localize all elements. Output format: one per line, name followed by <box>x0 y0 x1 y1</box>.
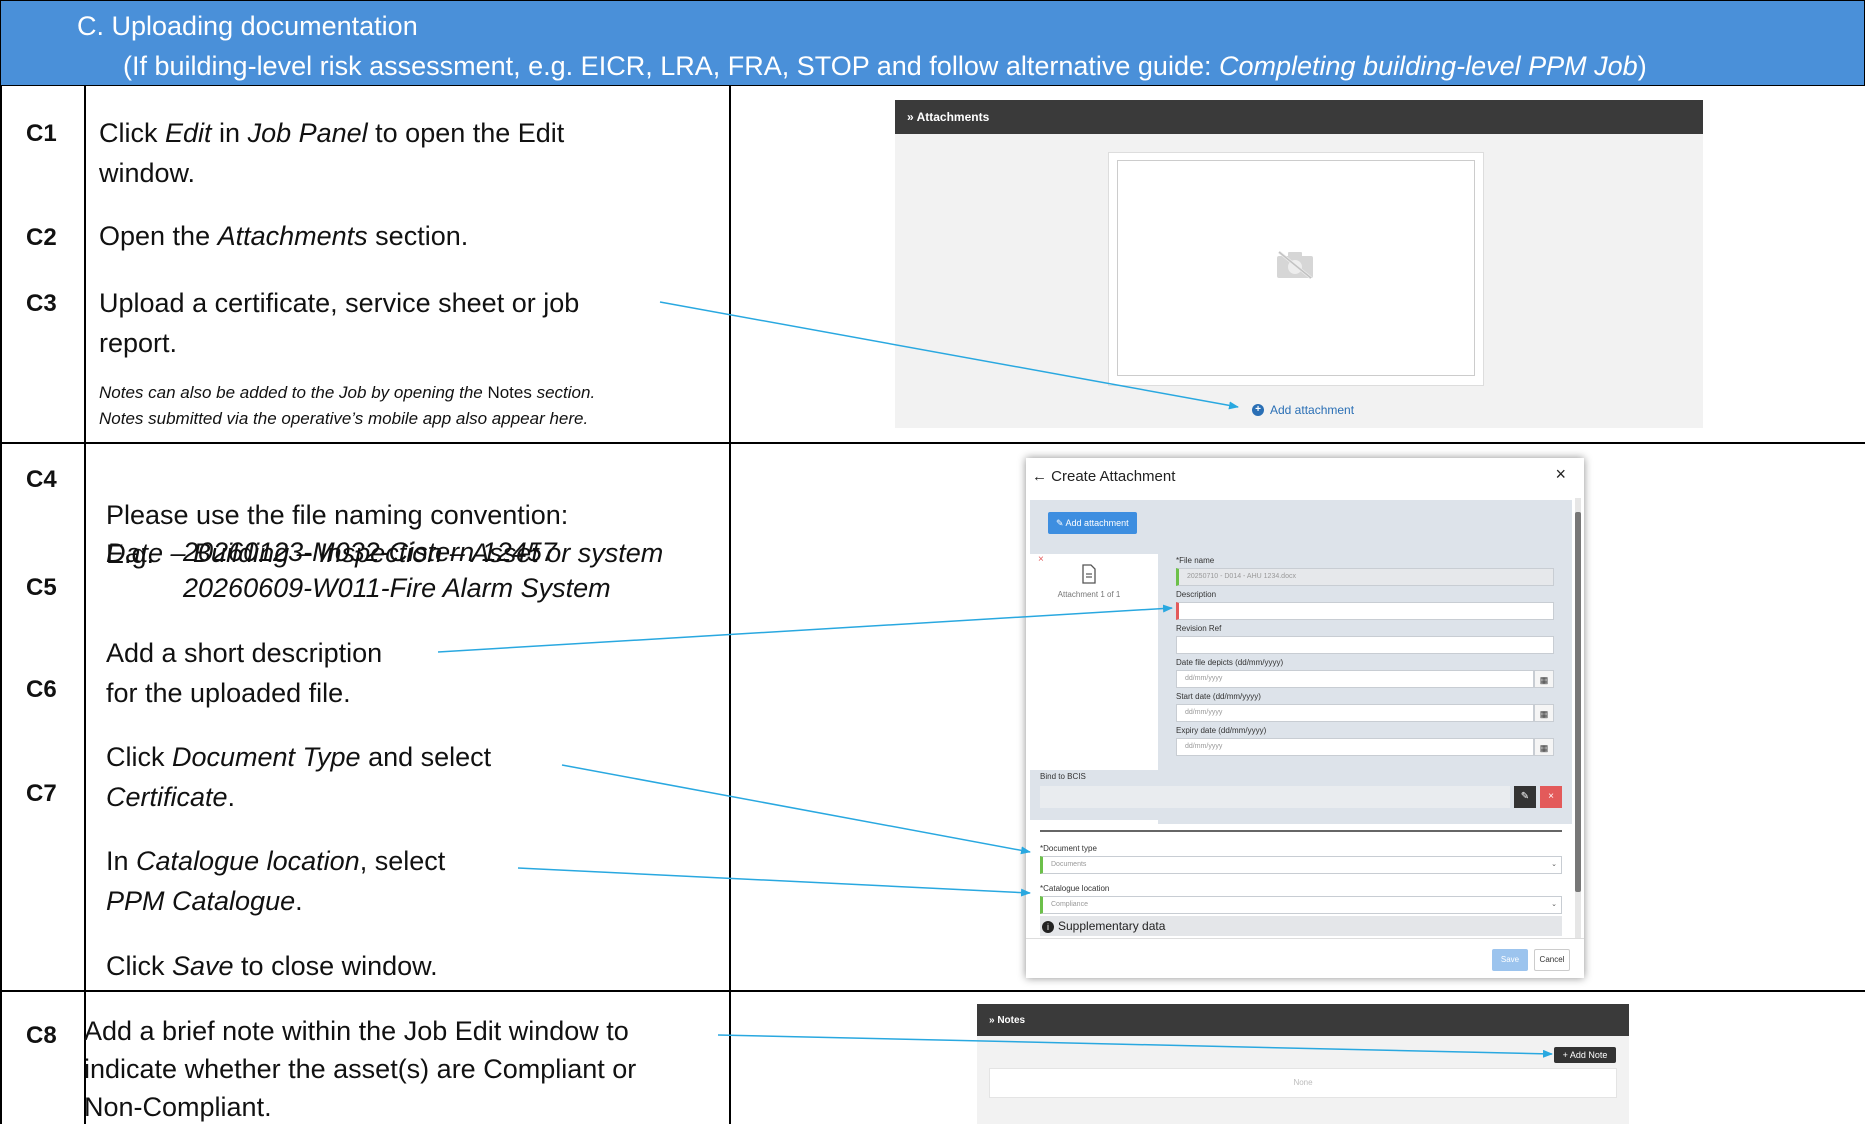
info-icon: i <box>1042 921 1054 933</box>
section-title: C. Uploading documentation <box>77 11 418 41</box>
step-c3: C3 <box>26 290 57 317</box>
notes-panel-bar[interactable]: » Notes <box>977 1004 1629 1036</box>
step-c7-text: In Catalogue location, select PPM Catalo… <box>106 846 446 916</box>
table-border-left <box>0 86 2 1124</box>
row-divider-2 <box>0 990 1865 992</box>
revision-ref-field[interactable] <box>1176 636 1554 654</box>
step-c5: C5 <box>26 574 57 601</box>
close-icon[interactable]: × <box>1555 464 1566 485</box>
dialog-scrollbar[interactable] <box>1575 498 1581 938</box>
add-attachment-link[interactable]: + Add attachment <box>1252 403 1354 417</box>
step-c2-text: Open the Attachments section. <box>99 221 469 251</box>
remove-attachment-icon[interactable]: × <box>1038 554 1044 565</box>
dialog-toolbar: ✎ Add attachment <box>1030 500 1572 554</box>
arrow-c6 <box>561 764 1031 855</box>
divider <box>1040 830 1562 832</box>
catalogue-location-select[interactable]: Compliance ⌄ <box>1040 896 1562 914</box>
document-type-select[interactable]: Documents ⌄ <box>1040 856 1562 874</box>
step-c1: C1 <box>26 120 57 147</box>
naming-examples: 20260123-M032-Cistern 12457 20260609-W01… <box>183 537 611 603</box>
bind-field[interactable] <box>1040 786 1510 808</box>
step-c8-text: Add a brief note within the Job Edit win… <box>84 1016 637 1122</box>
dialog-title: ← Create Attachment <box>1032 468 1176 485</box>
step-c7: C7 <box>26 780 57 807</box>
step-c4: C4 <box>26 466 57 493</box>
table-divider-step <box>84 86 86 1124</box>
notes-list: None <box>989 1068 1617 1098</box>
attachments-panel: » Attachments + Add attachment <box>895 100 1703 428</box>
section-header: C. Uploading documentation (If building-… <box>0 0 1865 86</box>
table-divider-image <box>729 86 731 1124</box>
create-attachment-dialog: ← Create Attachment × ✎ Add attachment ×… <box>1026 458 1584 978</box>
dialog-lower: *Document type Documents ⌄ *Catalogue loc… <box>1030 828 1572 936</box>
notes-hint: Notes can also be added to the Job by op… <box>99 383 596 428</box>
save-button[interactable]: Save <box>1492 949 1528 971</box>
back-arrow-icon[interactable]: ← <box>1032 468 1047 485</box>
attachments-panel-bar[interactable]: » Attachments <box>895 100 1703 134</box>
step-c6-text: Click Document Type and select Certifica… <box>106 742 492 812</box>
section-subtitle: (If building-level risk assessment, e.g.… <box>123 51 1647 81</box>
bind-section: Bind to BCIS ✎ × <box>1030 770 1572 820</box>
step-c8: C8 <box>26 1022 57 1049</box>
no-image-icon <box>1277 250 1313 280</box>
cancel-button[interactable]: Cancel <box>1534 949 1570 971</box>
document-icon <box>1082 564 1096 584</box>
step-c6: C6 <box>26 676 57 703</box>
calendar-icon[interactable]: ▦ <box>1534 670 1554 688</box>
date-depicts-field[interactable]: dd/mm/yyyy <box>1176 670 1534 688</box>
step-c5-text: Add a short description for the uploaded… <box>106 638 383 708</box>
step-c1-text: Click Edit in Job Panel to open the Edit… <box>99 118 565 188</box>
plus-circle-icon: + <box>1252 404 1264 416</box>
calendar-icon[interactable]: ▦ <box>1534 738 1554 756</box>
notes-empty: None <box>1293 1078 1313 1087</box>
step-c3-text: Upload a certificate, service sheet or j… <box>99 288 580 358</box>
add-attachment-button[interactable]: ✎ Add attachment <box>1048 512 1137 534</box>
calendar-icon[interactable]: ▦ <box>1534 704 1554 722</box>
chevron-down-icon: ⌄ <box>1551 901 1557 908</box>
dialog-footer: Save Cancel <box>1026 938 1584 979</box>
save-instruction: Click Save to close window. <box>106 951 438 981</box>
file-name-field[interactable]: 20250710 - D014 - AHU 1234.docx <box>1176 568 1554 586</box>
delete-icon[interactable]: × <box>1540 786 1562 808</box>
add-note-button[interactable]: + Add Note <box>1554 1047 1616 1063</box>
expiry-date-field[interactable]: dd/mm/yyyy <box>1176 738 1534 756</box>
notes-panel: » Notes + Add Note None <box>977 1004 1629 1124</box>
step-c2: C2 <box>26 224 57 251</box>
start-date-field[interactable]: dd/mm/yyyy <box>1176 704 1534 722</box>
row-divider-1 <box>0 442 1865 444</box>
attachment-counter: Attachment 1 of 1 <box>1057 590 1121 599</box>
arrow-c7 <box>517 867 1031 897</box>
chevron-down-icon: ⌄ <box>1551 861 1557 868</box>
description-field[interactable] <box>1176 602 1554 620</box>
naming-example-label: E.g. <box>106 539 155 569</box>
supplementary-data-header[interactable]: i Supplementary data <box>1040 916 1562 936</box>
edit-icon[interactable]: ✎ <box>1514 786 1536 808</box>
